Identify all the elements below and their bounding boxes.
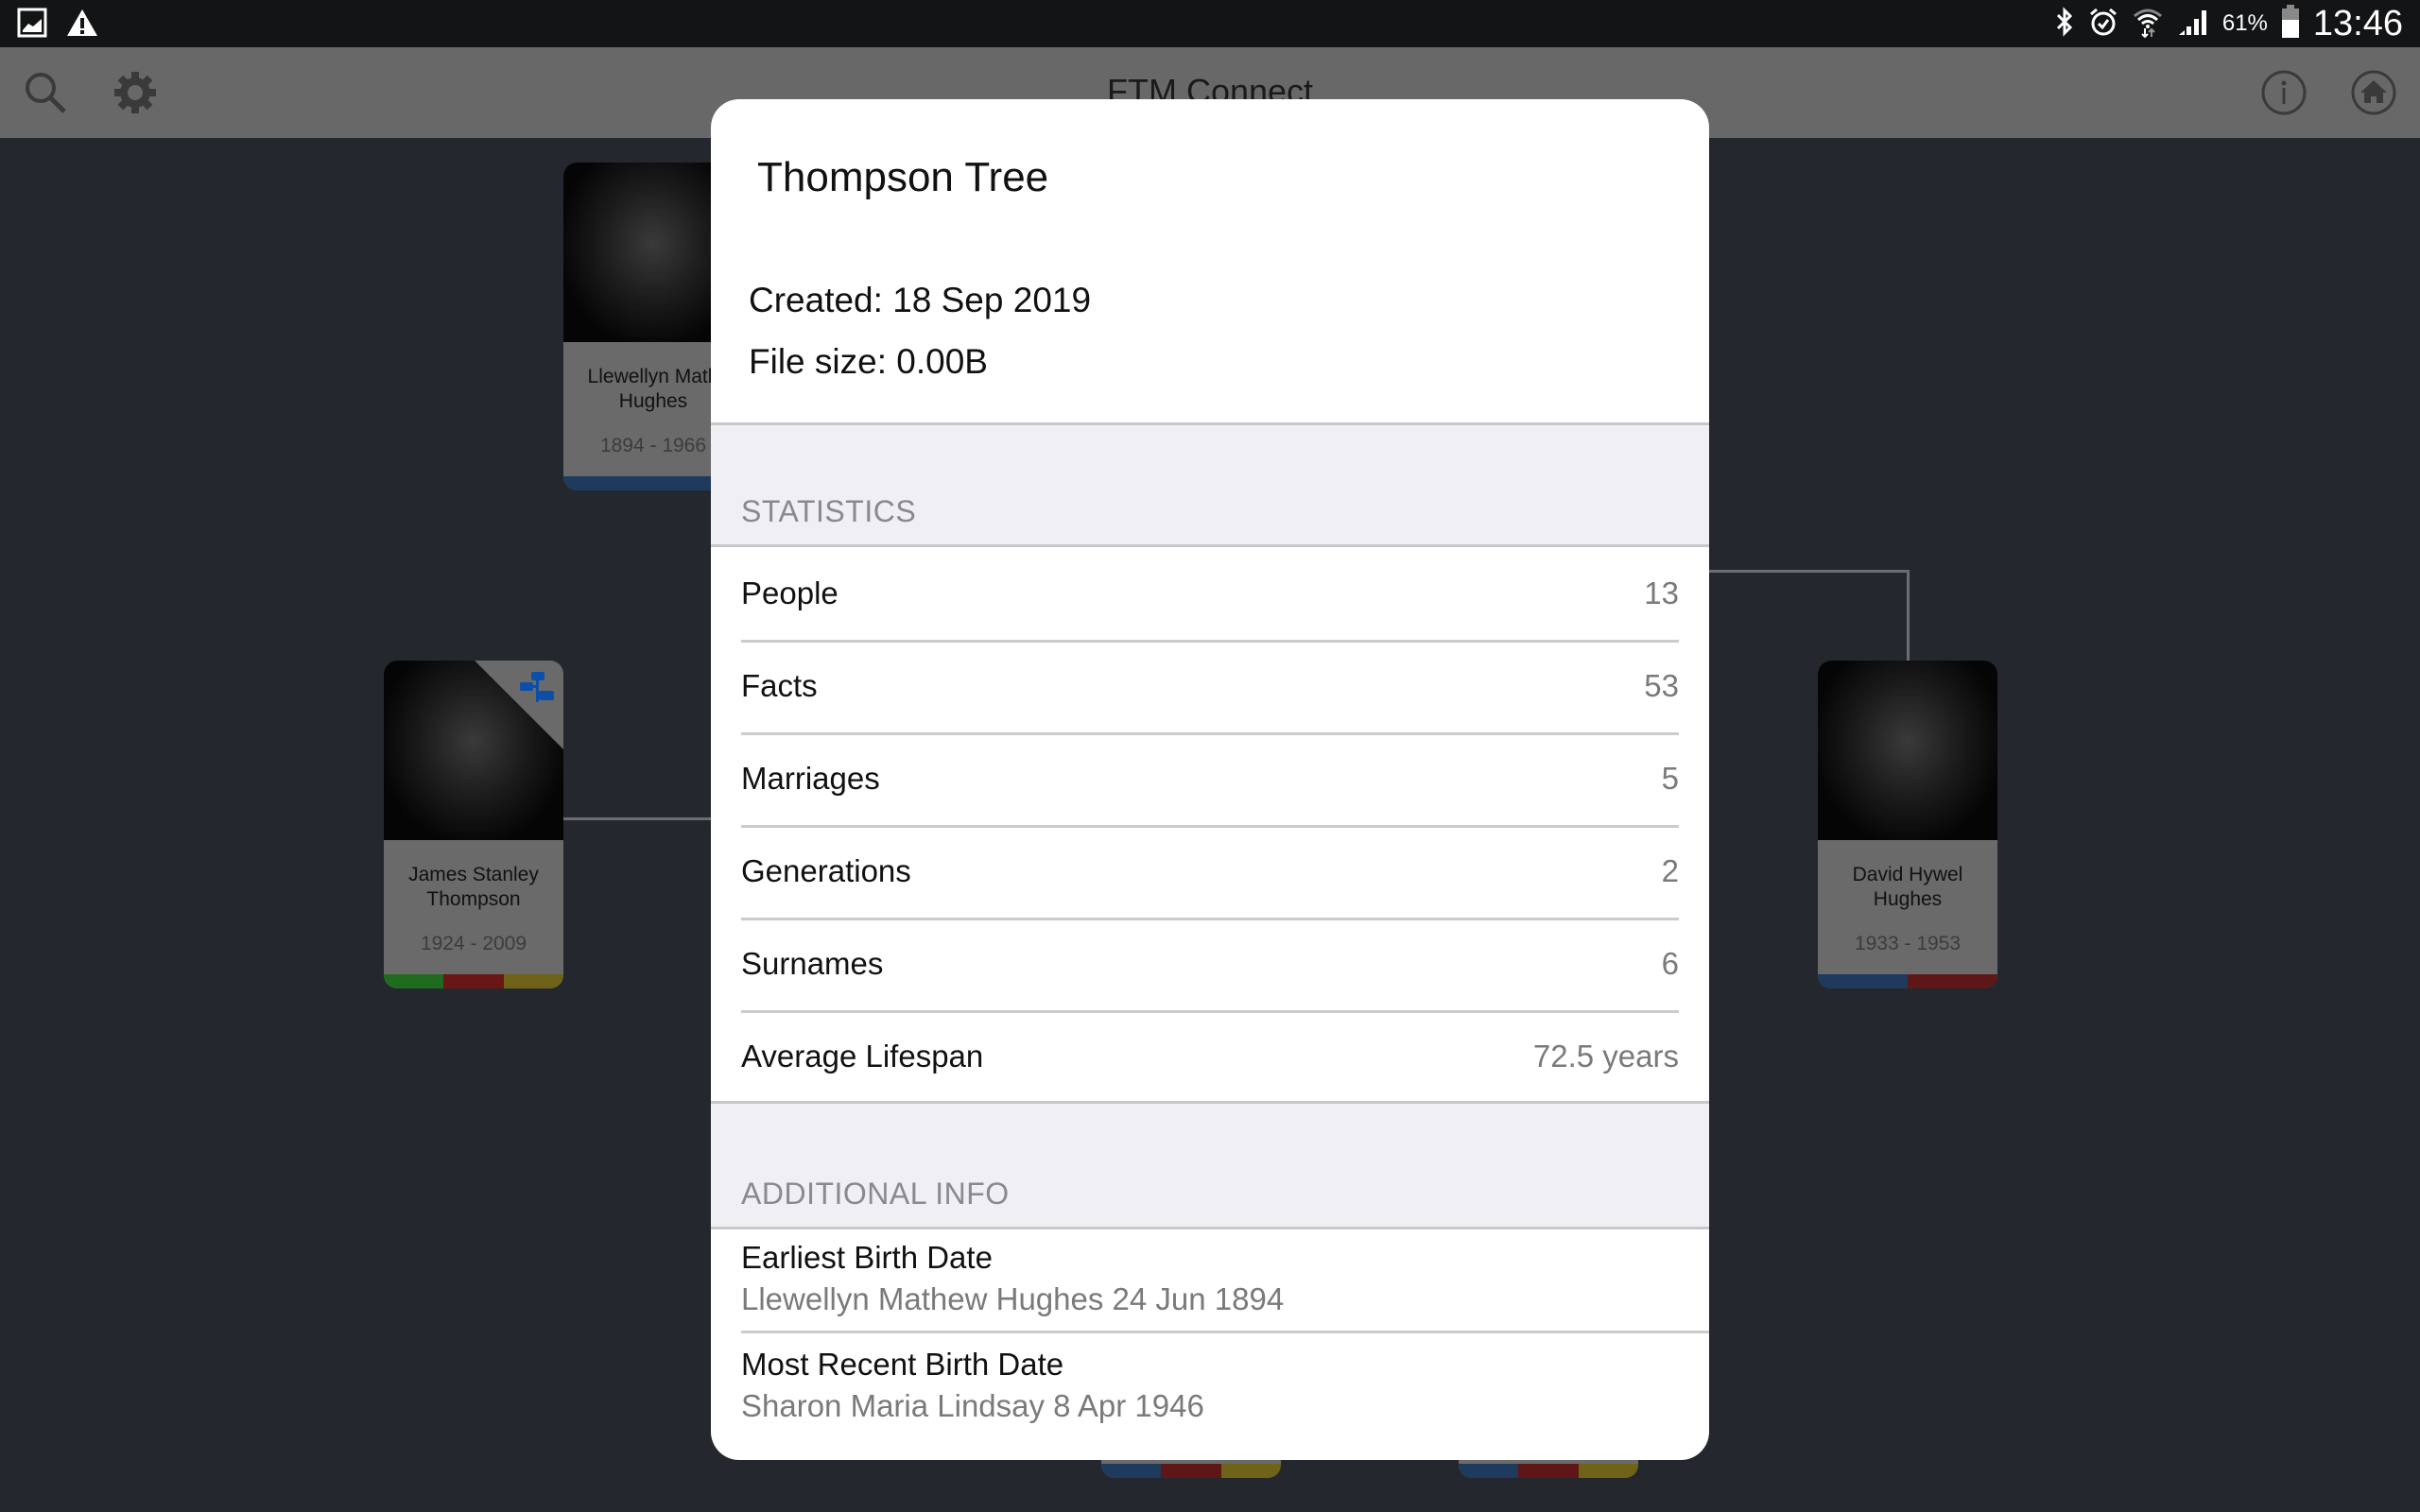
dialog-title: Thompson Tree xyxy=(757,154,1049,200)
connector-line xyxy=(563,817,715,820)
section-label: ADDITIONAL INFO xyxy=(741,1177,1010,1211)
color-bars xyxy=(384,974,563,988)
color-bar xyxy=(1578,1464,1638,1478)
created-date: Created: 18 Sep 2019 xyxy=(749,281,1092,319)
info-label: Earliest Birth Date xyxy=(741,1240,993,1275)
info-label: Most Recent Birth Date xyxy=(741,1347,1064,1382)
connector-line xyxy=(1907,570,1910,661)
info-row-most-recent-birth: Most Recent Birth Date Sharon Maria Lind… xyxy=(741,1333,1709,1437)
stat-row-facts: Facts 53 xyxy=(741,640,1679,735)
stat-value: 6 xyxy=(1661,946,1679,981)
tree-branch-icon[interactable] xyxy=(518,670,556,709)
person-photo xyxy=(384,661,563,840)
stat-value: 72.5 years xyxy=(1532,1039,1679,1074)
color-bars xyxy=(1459,1464,1638,1478)
person-name: James Stanley Thompson xyxy=(408,864,539,910)
color-bar xyxy=(1818,974,1908,988)
color-bars xyxy=(1101,1464,1281,1478)
stat-row-surnames: Surnames 6 xyxy=(741,918,1679,1013)
gallery-notification-icon xyxy=(17,8,47,43)
color-bars xyxy=(1818,974,1997,988)
color-bar xyxy=(563,476,653,490)
stat-row-marriages: Marriages 5 xyxy=(741,732,1679,828)
stat-label: Surnames xyxy=(741,946,884,981)
bluetooth-icon xyxy=(2054,6,2075,42)
person-dates: 1933 - 1953 xyxy=(1854,933,1962,954)
stat-value: 53 xyxy=(1644,668,1679,703)
stat-value: 2 xyxy=(1661,853,1679,888)
color-bar xyxy=(443,974,504,988)
file-size: File size: 0.00B xyxy=(749,342,988,381)
statistics-header: STATISTICS xyxy=(711,422,1709,547)
person-dates: 1924 - 2009 xyxy=(420,933,527,954)
info-value: Sharon Maria Lindsay 8 Apr 1946 xyxy=(741,1388,1204,1423)
person-card[interactable]: James Stanley Thompson 1924 - 2009 xyxy=(384,661,563,988)
color-bar xyxy=(1101,1464,1162,1478)
warning-icon xyxy=(66,8,98,43)
color-bar xyxy=(1161,1464,1221,1478)
color-bar xyxy=(503,974,563,988)
color-bar xyxy=(1459,1464,1519,1478)
battery-percent: 61% xyxy=(2221,10,2268,36)
connector-line xyxy=(1707,570,1910,573)
stat-row-people: People 13 xyxy=(741,547,1679,643)
section-label: STATISTICS xyxy=(741,494,917,528)
signal-icon xyxy=(2177,7,2209,42)
stat-value: 13 xyxy=(1644,576,1679,610)
alarm-icon xyxy=(2088,7,2118,42)
info-row-earliest-birth: Earliest Birth Date Llewellyn Mathew Hug… xyxy=(741,1227,1709,1333)
stat-label: Generations xyxy=(741,853,911,888)
stat-label: Average Lifespan xyxy=(741,1039,984,1074)
home-icon[interactable] xyxy=(2349,68,2398,117)
stat-label: People xyxy=(741,576,838,610)
person-photo xyxy=(1818,661,1997,840)
stat-value: 5 xyxy=(1661,761,1679,796)
info-value: Llewellyn Mathew Hughes 24 Jun 1894 xyxy=(741,1281,1285,1316)
tree-info-dialog: Thompson Tree Created: 18 Sep 2019 File … xyxy=(711,99,1709,1460)
stat-row-average-lifespan: Average Lifespan 72.5 years xyxy=(741,1010,1679,1103)
stat-label: Facts xyxy=(741,668,818,703)
stat-label: Marriages xyxy=(741,761,880,796)
wifi-icon xyxy=(2132,6,2164,43)
color-bar xyxy=(384,974,444,988)
battery-icon xyxy=(2281,4,2300,43)
info-icon[interactable] xyxy=(2259,68,2308,117)
color-bar xyxy=(1220,1464,1281,1478)
additional-info-header: ADDITIONAL INFO xyxy=(711,1101,1709,1229)
person-card[interactable]: David Hywel Hughes 1933 - 1953 xyxy=(1818,661,1997,988)
stat-row-generations: Generations 2 xyxy=(741,825,1679,920)
person-name: David Hywel Hughes xyxy=(1852,864,1963,910)
color-bar xyxy=(1518,1464,1579,1478)
status-bar: 61% 13:46 xyxy=(0,0,2420,47)
clock: 13:46 xyxy=(2312,3,2403,43)
color-bar xyxy=(1908,974,1997,988)
